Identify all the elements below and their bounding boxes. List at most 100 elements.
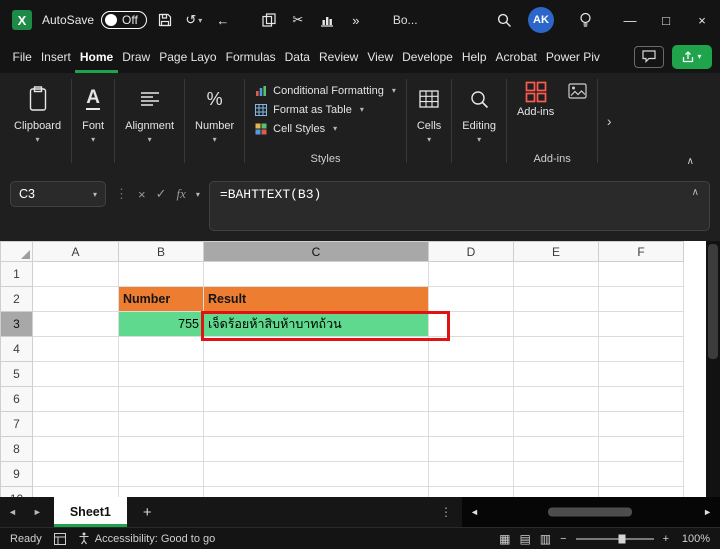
cell[interactable] bbox=[33, 487, 119, 498]
row-header-1[interactable]: 1 bbox=[1, 262, 33, 287]
row-header-4[interactable]: 4 bbox=[1, 337, 33, 362]
cell-B2[interactable]: Number bbox=[119, 287, 204, 312]
menu-draw[interactable]: Draw bbox=[118, 40, 155, 73]
page-layout-view-button[interactable]: ▤ bbox=[519, 532, 530, 546]
vertical-scrollbar-thumb[interactable] bbox=[708, 244, 718, 359]
cell[interactable] bbox=[429, 387, 514, 412]
cell[interactable] bbox=[119, 262, 204, 287]
column-header-E[interactable]: E bbox=[514, 242, 599, 262]
cell[interactable] bbox=[429, 287, 514, 312]
drag-handle-icon[interactable]: ⋮ bbox=[115, 186, 128, 202]
share-button[interactable]: ▾ bbox=[672, 45, 712, 69]
collapse-ribbon-button[interactable]: ∧ bbox=[687, 156, 694, 167]
row-header-3[interactable]: 3 bbox=[1, 312, 33, 337]
accessibility-status[interactable]: Accessibility: Good to go bbox=[78, 532, 215, 545]
cell[interactable] bbox=[514, 312, 599, 337]
cell[interactable] bbox=[119, 387, 204, 412]
minimize-button[interactable]: — bbox=[612, 0, 648, 40]
scroll-left-arrow-icon[interactable]: ◄ bbox=[470, 507, 479, 517]
row-header-5[interactable]: 5 bbox=[1, 362, 33, 387]
cell[interactable] bbox=[119, 462, 204, 487]
cell[interactable] bbox=[204, 462, 429, 487]
cancel-button[interactable]: × bbox=[138, 187, 146, 202]
cell[interactable] bbox=[514, 412, 599, 437]
column-header-D[interactable]: D bbox=[429, 242, 514, 262]
row-header-7[interactable]: 7 bbox=[1, 412, 33, 437]
row-header-9[interactable]: 9 bbox=[1, 462, 33, 487]
analyze-data-button[interactable] bbox=[568, 81, 587, 100]
row-header-8[interactable]: 8 bbox=[1, 437, 33, 462]
horizontal-scrollbar-thumb[interactable] bbox=[548, 508, 632, 517]
cell[interactable] bbox=[33, 387, 119, 412]
comments-button[interactable] bbox=[634, 46, 664, 68]
cell[interactable] bbox=[599, 287, 684, 312]
row-header-10[interactable]: 10 bbox=[1, 487, 33, 498]
menu-home[interactable]: Home bbox=[75, 40, 117, 73]
row-header-2[interactable]: 2 bbox=[1, 287, 33, 312]
column-header-C[interactable]: C bbox=[204, 242, 429, 262]
sheet-tab-active[interactable]: Sheet1 bbox=[54, 497, 127, 527]
menu-power-pivot[interactable]: Power Piv bbox=[541, 40, 604, 73]
cell-styles-button[interactable]: Cell Styles ▾ bbox=[255, 119, 396, 138]
menu-review[interactable]: Review bbox=[314, 40, 362, 73]
menu-help[interactable]: Help bbox=[457, 40, 491, 73]
more-commands-button[interactable]: » bbox=[345, 7, 367, 33]
collapse-formula-bar-button[interactable]: ∧ bbox=[692, 187, 699, 198]
maximize-button[interactable]: □ bbox=[648, 0, 684, 40]
cell[interactable] bbox=[429, 312, 514, 337]
name-box[interactable]: C3 ▾ bbox=[10, 181, 106, 207]
cell[interactable] bbox=[599, 462, 684, 487]
cell[interactable] bbox=[514, 487, 599, 498]
cell[interactable] bbox=[119, 362, 204, 387]
clipboard-group-button[interactable]: Clipboard ▾ bbox=[4, 79, 71, 167]
cut-button[interactable]: ✂ bbox=[287, 7, 309, 33]
zoom-in-button[interactable]: + bbox=[663, 533, 669, 545]
cell[interactable] bbox=[514, 437, 599, 462]
addins-button[interactable]: Add-ins bbox=[517, 81, 554, 118]
cell[interactable] bbox=[119, 337, 204, 362]
cell[interactable] bbox=[204, 412, 429, 437]
cell[interactable] bbox=[33, 362, 119, 387]
cell[interactable] bbox=[429, 337, 514, 362]
cell[interactable] bbox=[429, 362, 514, 387]
zoom-level[interactable]: 100% bbox=[678, 533, 710, 545]
column-header-A[interactable]: A bbox=[33, 242, 119, 262]
cell[interactable] bbox=[514, 287, 599, 312]
menu-developer[interactable]: Develope bbox=[398, 40, 458, 73]
formula-input[interactable]: =BAHTTEXT(B3) ∧ bbox=[209, 181, 710, 231]
horizontal-scrollbar[interactable]: ◄ ► bbox=[462, 497, 720, 527]
number-group-button[interactable]: % Number ▾ bbox=[185, 79, 244, 167]
cell[interactable] bbox=[514, 337, 599, 362]
ribbon-overflow-button[interactable]: › bbox=[598, 79, 620, 163]
cell[interactable] bbox=[33, 462, 119, 487]
save-button[interactable] bbox=[154, 7, 176, 33]
select-all-button[interactable] bbox=[1, 242, 33, 262]
tips-button[interactable] bbox=[574, 7, 596, 33]
cell[interactable] bbox=[119, 412, 204, 437]
column-header-F[interactable]: F bbox=[599, 242, 684, 262]
cell[interactable] bbox=[33, 412, 119, 437]
avatar[interactable]: AK bbox=[528, 7, 554, 33]
close-button[interactable]: × bbox=[684, 0, 720, 40]
cell[interactable] bbox=[33, 437, 119, 462]
tab-options-icon[interactable]: ⋮ bbox=[430, 505, 462, 519]
cell[interactable] bbox=[599, 387, 684, 412]
menu-view[interactable]: View bbox=[363, 40, 398, 73]
cell-B3[interactable]: 755 bbox=[119, 312, 204, 337]
cell[interactable] bbox=[514, 362, 599, 387]
cell[interactable] bbox=[599, 412, 684, 437]
scroll-right-arrow-icon[interactable]: ► bbox=[703, 507, 712, 517]
cell[interactable] bbox=[514, 262, 599, 287]
cell[interactable] bbox=[599, 337, 684, 362]
zoom-slider[interactable] bbox=[576, 538, 654, 540]
cell[interactable] bbox=[204, 362, 429, 387]
menu-data[interactable]: Data bbox=[280, 40, 314, 73]
add-sheet-button[interactable]: + bbox=[143, 504, 152, 521]
cell[interactable] bbox=[33, 287, 119, 312]
insert-function-button[interactable]: fx bbox=[177, 186, 186, 202]
autosave-toggle[interactable]: Off bbox=[101, 11, 147, 29]
cell[interactable] bbox=[33, 262, 119, 287]
cell[interactable] bbox=[599, 437, 684, 462]
cell[interactable] bbox=[514, 462, 599, 487]
column-header-B[interactable]: B bbox=[119, 242, 204, 262]
